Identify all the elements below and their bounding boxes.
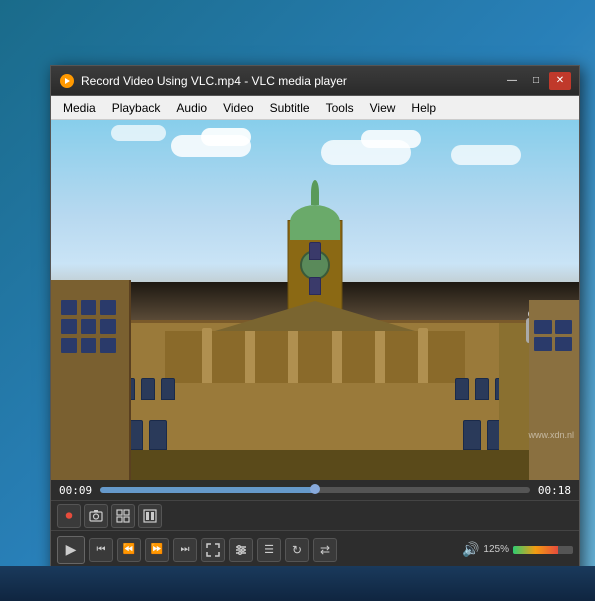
right-building <box>529 300 579 480</box>
window-title: Record Video Using VLC.mp4 - VLC media p… <box>81 74 501 88</box>
vlc-window: Record Video Using VLC.mp4 - VLC media p… <box>50 65 580 595</box>
vlc-icon <box>59 73 75 89</box>
menu-help[interactable]: Help <box>403 99 444 117</box>
watermark: www.xdn.nl <box>528 430 574 440</box>
snapshot-button[interactable] <box>84 504 108 528</box>
playlist-button[interactable]: ☰ <box>257 538 281 562</box>
left-building <box>51 280 131 480</box>
seek-bar-fill <box>100 487 315 493</box>
cloud-5 <box>451 145 521 165</box>
video-area: www.xdn.nl <box>51 120 579 480</box>
cloud-2 <box>201 128 251 146</box>
desktop-taskbar <box>0 566 595 601</box>
menu-subtitle[interactable]: Subtitle <box>262 99 318 117</box>
volume-area: 🔊 125% <box>462 541 573 558</box>
volume-fill <box>513 546 558 554</box>
titlebar-buttons: — □ ✕ <box>501 72 571 90</box>
extended-button[interactable] <box>229 538 253 562</box>
seek-area: 00:09 00:18 <box>51 480 579 500</box>
current-time: 00:09 <box>59 484 92 497</box>
title-bar: Record Video Using VLC.mp4 - VLC media p… <box>51 66 579 96</box>
menu-video[interactable]: Video <box>215 99 261 117</box>
video-content: www.xdn.nl <box>51 120 579 480</box>
play-button[interactable]: ▶ <box>57 536 85 564</box>
menu-playback[interactable]: Playback <box>104 99 169 117</box>
controls-row1: ⏺ <box>51 500 579 530</box>
prev-button[interactable]: ⏮ <box>89 538 113 562</box>
volume-bar[interactable] <box>513 546 573 554</box>
fastforward-button[interactable]: ⏩ <box>145 538 169 562</box>
loop-frame-button[interactable] <box>111 504 135 528</box>
maximize-button[interactable]: □ <box>525 72 547 90</box>
menu-audio[interactable]: Audio <box>168 99 215 117</box>
minimize-button[interactable]: — <box>501 72 523 90</box>
total-time: 00:18 <box>538 484 571 497</box>
frame-button[interactable] <box>138 504 162 528</box>
menu-media[interactable]: Media <box>55 99 104 117</box>
rewind-button[interactable]: ⏪ <box>117 538 141 562</box>
cloud-6 <box>111 125 166 141</box>
shuffle-button[interactable]: ⇄ <box>313 538 337 562</box>
volume-label: 125% <box>483 544 509 555</box>
seek-bar[interactable] <box>100 487 530 493</box>
menu-view[interactable]: View <box>362 99 404 117</box>
seek-bar-handle[interactable] <box>310 484 320 494</box>
cloud-4 <box>361 130 421 148</box>
fullscreen-button[interactable] <box>201 538 225 562</box>
menu-bar: Media Playback Audio Video Subtitle Tool… <box>51 96 579 120</box>
record-button[interactable]: ⏺ <box>57 504 81 528</box>
menu-tools[interactable]: Tools <box>318 99 362 117</box>
next-button[interactable]: ⏭ <box>173 538 197 562</box>
volume-icon[interactable]: 🔊 <box>462 541 479 558</box>
controls-row2: ▶ ⏮ ⏪ ⏩ ⏭ ☰ ↻ ⇄ <box>51 530 579 568</box>
repeat-button[interactable]: ↻ <box>285 538 309 562</box>
close-button[interactable]: ✕ <box>549 72 571 90</box>
desktop: Record Video Using VLC.mp4 - VLC media p… <box>0 0 595 601</box>
